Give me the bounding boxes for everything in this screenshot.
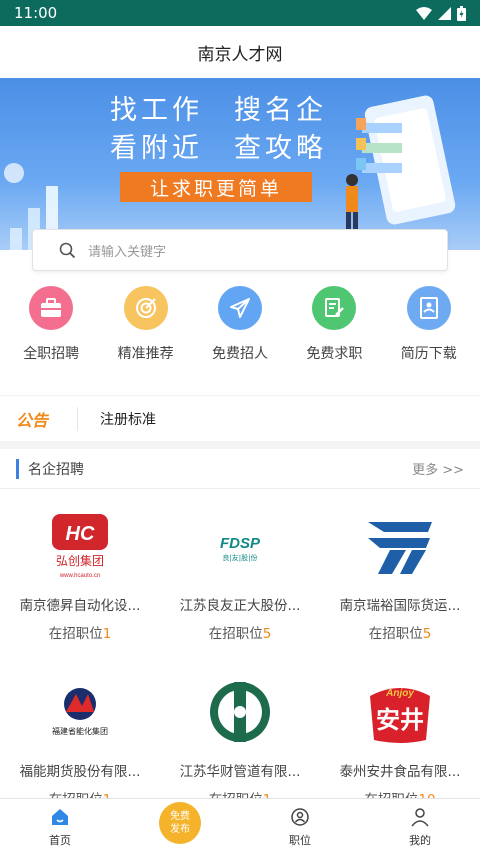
company-jobs: 在招职位1 — [48, 626, 112, 642]
tab-jobs[interactable]: 职位 — [250, 805, 350, 848]
company-card[interactable]: 南京瑞裕国际货运... 在招职位5 — [320, 500, 480, 642]
quick-label: 免费招人 — [211, 346, 268, 362]
company-name: 南京瑞裕国际货运... — [339, 598, 461, 614]
quick-full-time-jobs[interactable]: 全职招聘 — [5, 286, 97, 363]
company-grid: HC 弘创集团 www.hcauto.cn 南京德昇自动化设... 在招职位1 … — [0, 500, 480, 808]
fujian-logo-text: 福建省能化集团 — [52, 726, 108, 736]
page-title-text: 南京人才网 — [197, 44, 283, 65]
search-icon — [59, 242, 76, 258]
target-icon — [123, 286, 168, 330]
status-icons — [416, 5, 466, 21]
company-card[interactable]: 福建省能化集团 福能期货股份有限... 在招职位1 — [0, 666, 160, 808]
tab-mine[interactable]: 我的 — [370, 805, 470, 848]
hc-group-logo: HC 弘创集团 www.hcauto.cn — [44, 510, 116, 582]
company-jobs: 在招职位5 — [208, 626, 272, 642]
tab-label: 我的 — [409, 833, 431, 847]
quick-label: 精准推荐 — [117, 346, 174, 362]
hc-group-logo-text: 弘创集团 — [56, 553, 104, 568]
battery-icon — [457, 5, 466, 21]
banner-headline-2: 看附近 查攻略 — [110, 133, 327, 164]
fdsp-logo: FDSP 良|友|股|份 — [204, 510, 276, 582]
anjoy-logo-en: Anjoy — [385, 688, 414, 699]
company-name: 江苏良友正大股份... — [179, 598, 301, 614]
notice-text: 注册标准 — [100, 411, 156, 428]
svg-text:HC: HC — [66, 523, 95, 545]
quick-label: 免费求职 — [306, 346, 363, 362]
resume-icon — [406, 286, 451, 330]
banner-cta: 让求职更简单 — [120, 172, 312, 202]
document-edit-icon — [312, 286, 357, 330]
signal-icon — [438, 6, 451, 20]
quick-resume-download[interactable]: 简历下载 — [383, 286, 475, 363]
search-input[interactable]: 请输入关键字 — [32, 229, 448, 271]
company-name: 福能期货股份有限... — [19, 764, 141, 780]
quick-entries: 全职招聘 精准推荐 免费招人 免费求职 简历下载 — [0, 286, 480, 363]
featured-companies-header: 名企招聘 更多 >> — [0, 449, 480, 489]
publish-button[interactable]: 免费 发布 — [130, 802, 230, 844]
company-name: 泰州安井食品有限... — [339, 764, 461, 780]
fdsp-logo-text: FDSP — [220, 535, 261, 552]
quick-free-hiring[interactable]: 免费招人 — [194, 286, 286, 363]
quick-recommend[interactable]: 精准推荐 — [100, 286, 192, 363]
company-card[interactable]: Anjoy 安井 泰州安井食品有限... 在招职位10 — [320, 666, 480, 808]
wifi-icon — [416, 6, 432, 20]
company-name: 南京德昇自动化设... — [19, 598, 141, 614]
section-divider — [0, 441, 480, 449]
tab-home[interactable]: 首页 — [10, 805, 110, 848]
bottom-tab-bar: 首页 免费 发布 职位 我的 — [0, 798, 480, 853]
company-card[interactable]: HC 弘创集团 www.hcauto.cn 南京德昇自动化设... 在招职位1 — [0, 500, 160, 642]
company-card[interactable]: 江苏华财管道有限... 在招职位1 — [160, 666, 320, 808]
publish-icon: 免费 发布 — [159, 802, 201, 844]
banner-headline-1: 找工作 搜名企 — [110, 95, 327, 126]
huacai-logo — [204, 676, 276, 748]
ry-logo — [364, 510, 436, 582]
tab-label: 职位 — [289, 833, 311, 847]
quick-free-job-seeking[interactable]: 免费求职 — [288, 286, 380, 363]
user-icon — [411, 807, 429, 826]
status-time: 11:00 — [14, 4, 58, 22]
notice-tag: 公告 — [0, 406, 78, 431]
hc-group-logo-url: www.hcauto.cn — [59, 573, 100, 579]
job-icon — [291, 807, 309, 826]
notice-bar[interactable]: 公告 注册标准 — [0, 395, 480, 441]
page-title: 南京人才网 — [0, 26, 480, 78]
company-card[interactable]: FDSP 良|友|股|份 江苏良友正大股份... 在招职位5 — [160, 500, 320, 642]
search-placeholder: 请输入关键字 — [88, 244, 167, 260]
tab-label: 首页 — [49, 833, 71, 847]
company-jobs: 在招职位5 — [368, 626, 432, 642]
quick-label: 简历下载 — [400, 346, 457, 362]
section-title: 名企招聘 — [16, 458, 84, 479]
anjoy-logo-cn: 安井 — [376, 706, 424, 734]
more-link[interactable]: 更多 >> — [412, 459, 464, 478]
briefcase-icon — [29, 286, 74, 330]
quick-label: 全职招聘 — [23, 346, 80, 362]
status-bar: 11:00 — [0, 0, 480, 26]
home-icon — [52, 808, 68, 825]
paper-plane-icon — [217, 286, 262, 330]
anjoy-logo: Anjoy 安井 — [364, 676, 436, 748]
fdsp-logo-sub: 良|友|股|份 — [222, 553, 257, 562]
company-name: 江苏华财管道有限... — [179, 764, 301, 780]
promo-banner[interactable]: 找工作 搜名企 看附近 查攻略 让求职更简单 — [0, 78, 480, 250]
fujian-petrochem-logo: 福建省能化集团 — [44, 676, 116, 748]
